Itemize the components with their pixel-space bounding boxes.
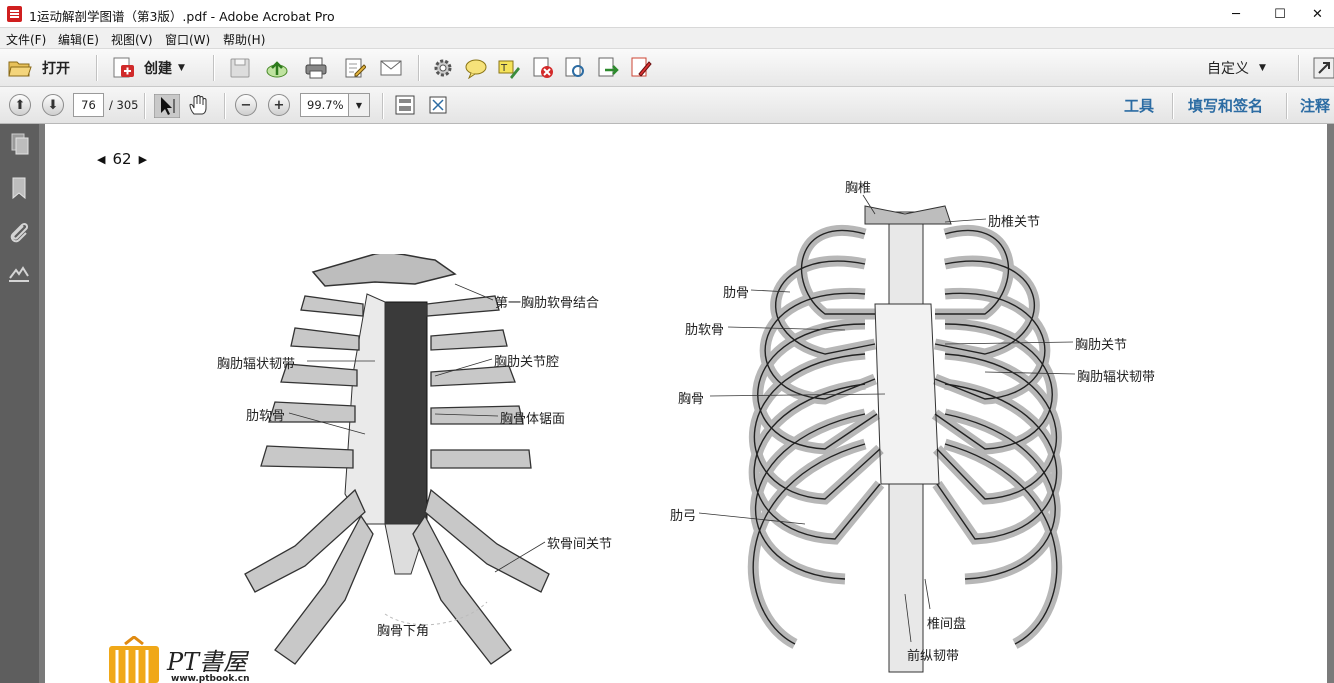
document-viewer[interactable]: ◀ 62 ▶ 第一胸肋软骨结合 胸肋辐状韧带 胸肋关节腔 肋软骨 胸骨体锯面 软…: [39, 124, 1334, 683]
pt-book-logo-icon: [109, 636, 159, 683]
open-button[interactable]: 打开: [8, 55, 70, 81]
export-document-icon[interactable]: [597, 57, 619, 79]
expand-icon[interactable]: [1313, 57, 1334, 79]
upload-cloud-icon[interactable]: [266, 57, 288, 79]
minimize-button[interactable]: ─: [1213, 0, 1259, 28]
zoom-level-input[interactable]: 99.7%: [300, 93, 349, 117]
title-bar: 1运动解剖学图谱（第3版）.pdf - Adobe Acrobat Pro ─ …: [0, 0, 1334, 28]
separator: [382, 93, 383, 119]
sign-document-icon[interactable]: [630, 57, 652, 79]
select-tool-icon[interactable]: [154, 94, 180, 118]
menu-edit[interactable]: 编辑(E): [58, 31, 99, 48]
close-button[interactable]: ✕: [1301, 0, 1334, 28]
create-pdf-icon: [113, 57, 134, 78]
previous-page-icon[interactable]: ⬆: [9, 94, 31, 116]
separator: [144, 93, 145, 119]
email-icon[interactable]: [380, 57, 402, 79]
save-icon[interactable]: [229, 57, 251, 79]
main-toolbar: 打开 创建 ▼ T 自定义 ▼: [0, 49, 1334, 87]
separator: [418, 55, 419, 81]
separator: [1298, 55, 1299, 81]
signature-icon[interactable]: [7, 262, 31, 286]
watermark-url: www.ptbook.cn: [171, 674, 250, 683]
folder-open-icon: [8, 61, 32, 77]
pdf-app-icon: [7, 6, 22, 22]
fit-page-icon[interactable]: [394, 94, 416, 116]
separator: [224, 93, 225, 119]
separator: [1286, 93, 1287, 119]
zoom-in-icon[interactable]: +: [268, 94, 290, 116]
window-title: 1运动解剖学图谱（第3版）.pdf - Adobe Acrobat Pro: [29, 9, 335, 24]
menu-help[interactable]: 帮助(H): [223, 31, 265, 48]
gear-icon[interactable]: [432, 57, 454, 79]
separator: [1172, 93, 1173, 119]
separator: [96, 55, 97, 81]
print-icon[interactable]: [305, 57, 327, 79]
highlight-text-icon[interactable]: T: [498, 57, 520, 79]
right-figure-leader-lines: [698, 194, 1076, 643]
tab-fill-sign[interactable]: 填写和签名: [1188, 95, 1263, 116]
svg-text:T: T: [500, 63, 508, 74]
next-page-icon[interactable]: ⬇: [42, 94, 64, 116]
comment-icon[interactable]: [465, 57, 487, 79]
watermark-text: PT書屋: [167, 648, 248, 676]
page-number-input[interactable]: 76: [73, 93, 104, 117]
attachment-icon[interactable]: [7, 220, 31, 244]
pdf-page: ◀ 62 ▶ 第一胸肋软骨结合 胸肋辐状韧带 胸肋关节腔 肋软骨 胸骨体锯面 软…: [45, 124, 1327, 683]
document-review-icon[interactable]: [564, 57, 586, 79]
navigation-pane: [0, 124, 39, 683]
menu-window[interactable]: 窗口(W): [165, 31, 210, 48]
tab-comment[interactable]: 注释: [1300, 95, 1330, 116]
zoom-dropdown-chevron-icon[interactable]: ▼: [348, 93, 370, 117]
edit-document-icon[interactable]: [344, 57, 366, 79]
reject-document-icon[interactable]: [532, 57, 554, 79]
separator: [213, 55, 214, 81]
chevron-down-icon: ▼: [178, 63, 185, 73]
page-thumbnails-icon[interactable]: [7, 132, 31, 156]
menu-file[interactable]: 文件(F): [6, 31, 46, 48]
tab-tools[interactable]: 工具: [1124, 95, 1154, 116]
customize-dropdown[interactable]: 自定义 ▼: [1207, 55, 1266, 81]
menu-bar: 文件(F) 编辑(E) 视图(V) 窗口(W) 帮助(H): [0, 28, 1334, 49]
menu-view[interactable]: 视图(V): [111, 31, 153, 48]
total-pages: / 305: [109, 98, 139, 112]
full-screen-icon[interactable]: [427, 94, 449, 116]
maximize-button[interactable]: ☐: [1257, 0, 1303, 28]
hand-tool-icon[interactable]: [188, 94, 210, 116]
chevron-down-icon: ▼: [1259, 63, 1266, 73]
create-button[interactable]: 创建 ▼: [112, 55, 185, 81]
bookmark-icon[interactable]: [7, 176, 31, 200]
zoom-out-icon[interactable]: −: [235, 94, 257, 116]
